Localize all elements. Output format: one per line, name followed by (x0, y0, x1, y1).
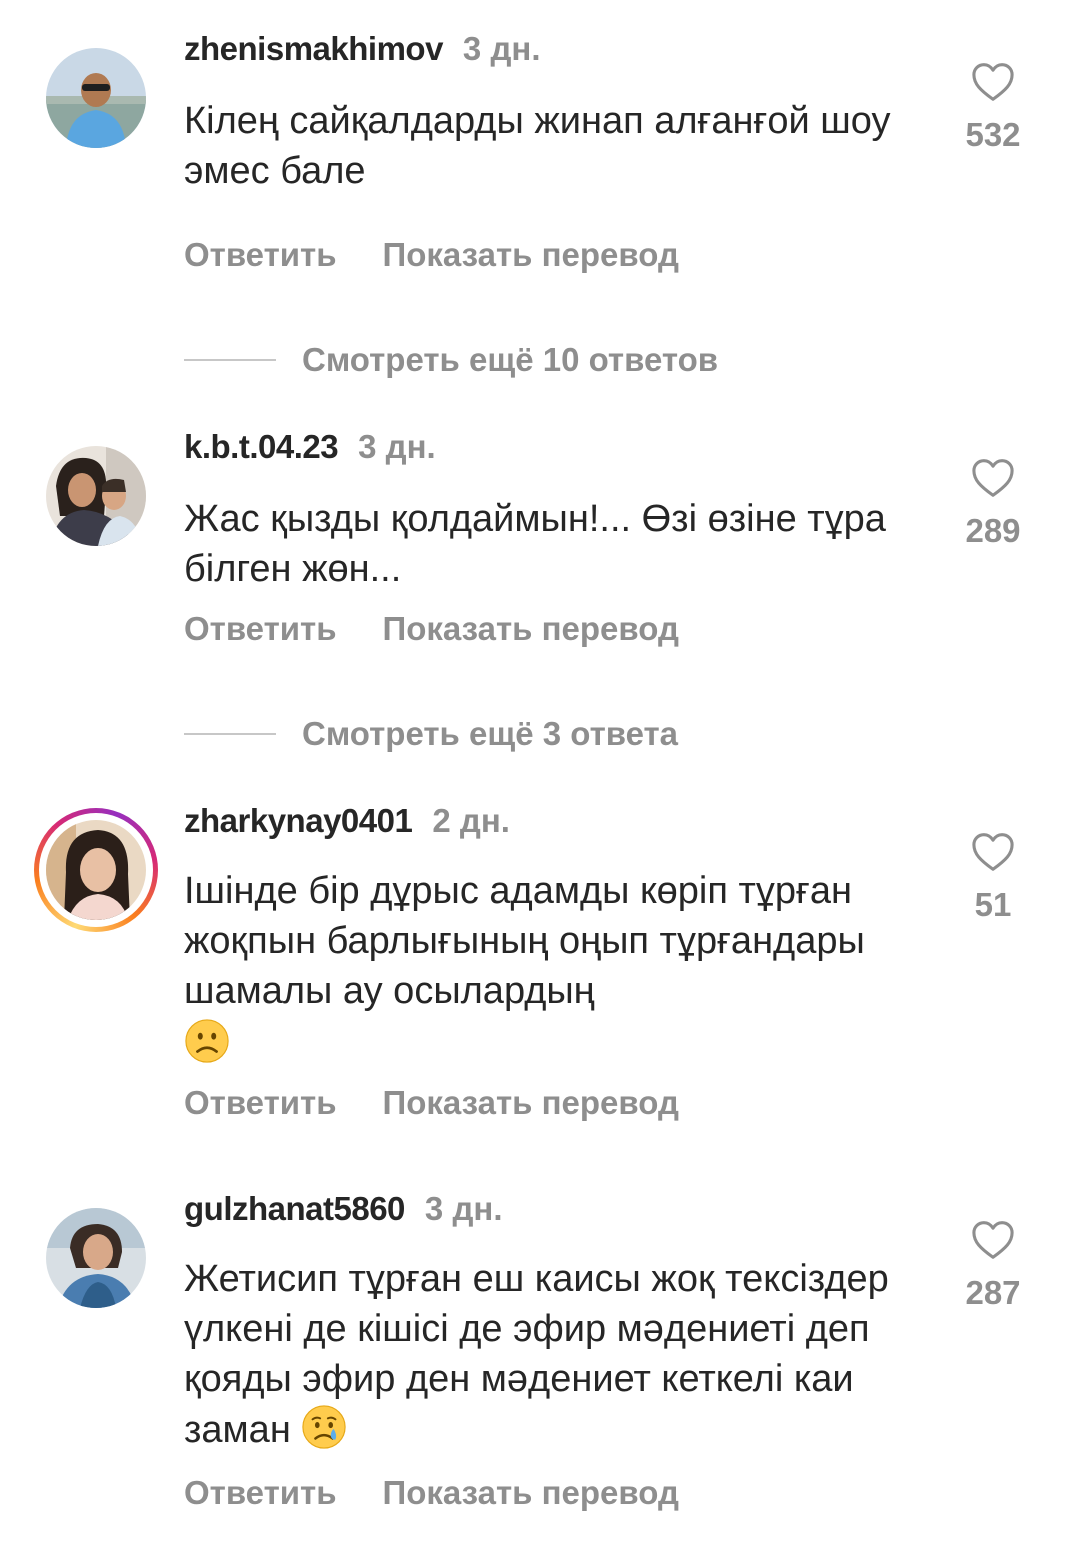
comment-text-content: Жетисип тұрған еш каисы жоқ тексіздер үл… (184, 1258, 889, 1451)
comment-actions: Ответить Показать перевод (184, 1474, 679, 1512)
username[interactable]: gulzhanat5860 (184, 1190, 405, 1228)
comment-actions: Ответить Показать перевод (184, 610, 679, 648)
show-translation-button[interactable]: Показать перевод (383, 610, 679, 648)
avatar-image (46, 446, 146, 546)
comment-text: Жас қызды қолдаймын!... Өзі өзіне тұра б… (184, 498, 886, 590)
heart-outline-icon[interactable] (971, 458, 1015, 498)
avatar-image (46, 820, 146, 920)
timestamp: 3 дн. (358, 428, 436, 465)
frowning-face-icon (185, 1019, 229, 1063)
comment-meta: gulzhanat5860 3 дн. (184, 1190, 503, 1234)
divider-line (184, 359, 276, 361)
timestamp: 2 дн. (432, 802, 510, 839)
show-translation-button[interactable]: Показать перевод (383, 236, 679, 274)
view-more-replies-label: Смотреть ещё 3 ответа (302, 715, 679, 752)
like-section: 287 (950, 1220, 1036, 1312)
like-section: 51 (950, 832, 1036, 924)
avatar[interactable] (46, 820, 146, 920)
reply-button[interactable]: Ответить (184, 236, 337, 274)
like-section: 532 (950, 62, 1036, 154)
reply-button[interactable]: Ответить (184, 1084, 337, 1122)
like-count: 287 (965, 1274, 1021, 1311)
like-count: 51 (974, 886, 1012, 923)
view-more-replies-button[interactable]: Смотреть ещё 3 ответа (184, 714, 678, 754)
username[interactable]: zharkynay0401 (184, 802, 413, 840)
like-count: 289 (965, 512, 1021, 549)
comment-actions: Ответить Показать перевод (184, 236, 679, 274)
heart-outline-icon[interactable] (971, 832, 1015, 872)
like-section: 289 (950, 458, 1036, 550)
like-count: 532 (965, 116, 1021, 153)
comment-text: Кілең сайқалдарды жинап алғанғой шоу эме… (184, 100, 891, 192)
comment-text: Жетисип тұрған еш каисы жоқ тексіздер үл… (184, 1254, 944, 1455)
username[interactable]: k.b.t.04.23 (184, 428, 339, 466)
timestamp: 3 дн. (462, 30, 541, 67)
comment-meta: zharkynay0401 2 дн. (184, 802, 510, 846)
username[interactable]: zhenismakhimov (184, 30, 443, 68)
show-translation-button[interactable]: Показать перевод (383, 1474, 679, 1512)
avatar[interactable] (46, 446, 146, 546)
avatar-image (46, 1208, 146, 1308)
heart-outline-icon[interactable] (971, 62, 1015, 102)
timestamp: 3 дн. (424, 1190, 503, 1227)
reply-button[interactable]: Ответить (184, 610, 337, 648)
view-more-replies-button[interactable]: Смотреть ещё 10 ответов (184, 340, 718, 380)
comment-text-content: Ішінде бір дұрыс адамды көріп тұрған жоқ… (184, 870, 865, 1012)
avatar[interactable] (46, 1208, 146, 1308)
show-translation-button[interactable]: Показать перевод (383, 1084, 679, 1122)
divider-line (184, 733, 276, 735)
view-more-replies-label: Смотреть ещё 10 ответов (302, 341, 719, 378)
reply-button[interactable]: Ответить (184, 1474, 337, 1512)
crying-face-icon (302, 1405, 347, 1449)
avatar[interactable] (46, 48, 146, 148)
story-ring[interactable] (34, 808, 158, 932)
comment-text: Ішінде бір дұрыс адамды көріп тұрған жоқ… (184, 866, 944, 1069)
comment-actions: Ответить Показать перевод (184, 1084, 679, 1122)
avatar-image (46, 48, 146, 148)
heart-outline-icon[interactable] (971, 1220, 1015, 1260)
comment-meta: zhenismakhimov 3 дн. (184, 30, 541, 74)
comment-meta: k.b.t.04.23 3 дн. (184, 428, 436, 472)
